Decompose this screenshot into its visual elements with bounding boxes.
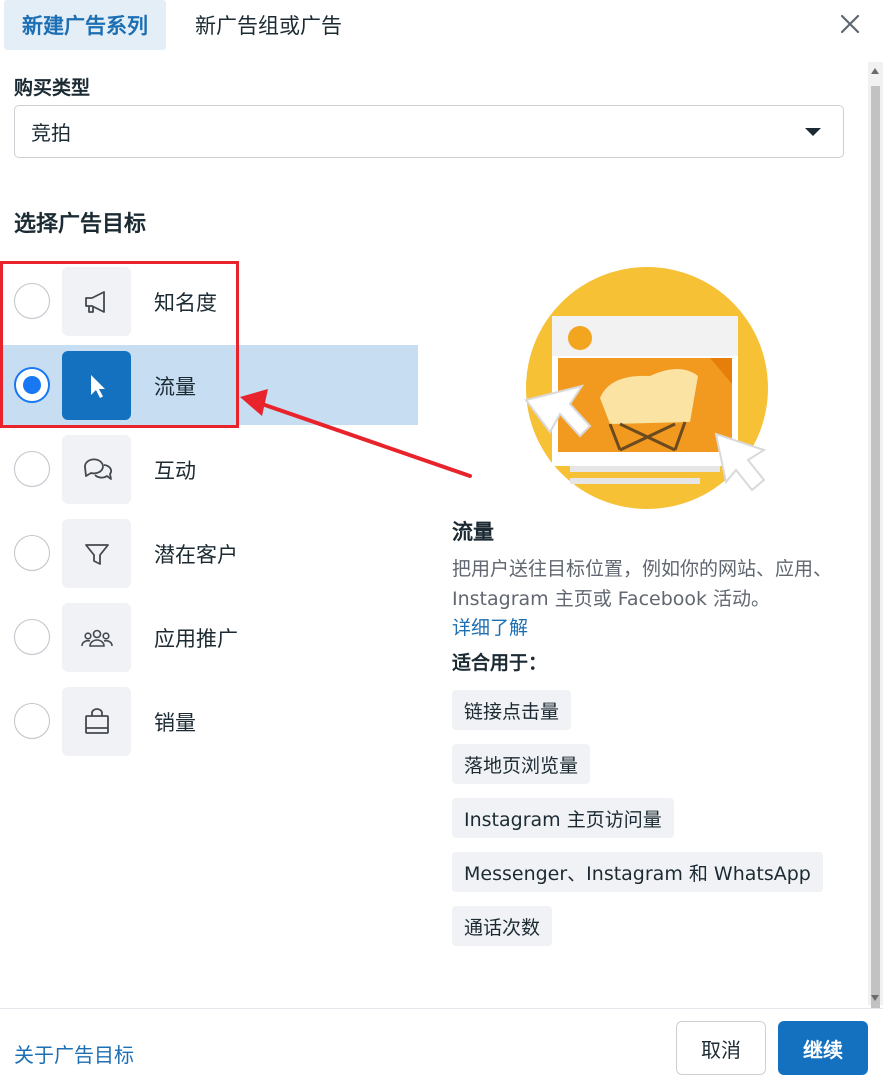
buy-type-label: 购买类型: [14, 77, 91, 99]
buy-type-select[interactable]: 竞拍: [14, 105, 844, 158]
objective-section-title: 选择广告目标: [14, 212, 147, 237]
use-case-chip: Instagram 主页访问量: [452, 798, 674, 838]
objective-label: 销量: [154, 711, 196, 735]
detail-title: 流量: [452, 520, 494, 544]
use-case-chip: 链接点击量: [452, 690, 572, 730]
close-icon[interactable]: [836, 10, 864, 38]
megaphone-icon: [62, 267, 131, 336]
buy-type-value: 竞拍: [31, 121, 71, 145]
learn-more-link[interactable]: 详细了解: [452, 613, 528, 640]
objective-option-sales[interactable]: 销量: [0, 681, 418, 761]
tab-new-campaign[interactable]: 新建广告系列: [4, 0, 166, 50]
traffic-illustration: [520, 264, 780, 514]
objective-label: 流量: [154, 375, 196, 399]
radio-button[interactable]: [14, 619, 50, 655]
suited-for-label: 适合用于：: [452, 652, 548, 674]
scroll-up-icon[interactable]: [871, 68, 879, 74]
tab-new-adset-or-ad[interactable]: 新广告组或广告: [195, 0, 342, 50]
people-icon: [62, 603, 131, 672]
scrollbar[interactable]: [868, 62, 883, 1021]
objective-label: 潜在客户: [154, 543, 238, 567]
radio-button[interactable]: [14, 703, 50, 739]
objective-option-leads[interactable]: 潜在客户: [0, 513, 418, 593]
continue-button[interactable]: 继续: [778, 1021, 868, 1075]
dialog-footer: 关于广告目标 取消 继续: [0, 1008, 883, 1092]
objective-option-engagement[interactable]: 互动: [0, 429, 418, 509]
cursor-icon: [62, 351, 131, 420]
caret-down-icon: [805, 128, 821, 136]
use-case-chip: 落地页浏览量: [452, 744, 591, 784]
cancel-button[interactable]: 取消: [676, 1021, 766, 1075]
objective-option-app-promotion[interactable]: 应用推广: [0, 597, 418, 677]
objective-label: 知名度: [154, 291, 217, 315]
radio-button[interactable]: [14, 367, 50, 403]
shopping-bag-icon: [62, 687, 131, 756]
detail-description: 把用户送往目标位置，例如你的网站、应用、Instagram 主页或 Facebo…: [452, 558, 833, 610]
chat-bubbles-icon: [62, 435, 131, 504]
radio-button[interactable]: [14, 535, 50, 571]
funnel-icon: [62, 519, 131, 588]
objective-option-awareness[interactable]: 知名度: [0, 261, 418, 341]
use-case-chip: 通话次数: [452, 906, 553, 946]
scrollbar-thumb[interactable]: [871, 86, 880, 1021]
objective-label: 应用推广: [154, 627, 238, 651]
scroll-down-icon[interactable]: [871, 995, 879, 1001]
about-objectives-link[interactable]: 关于广告目标: [14, 1039, 134, 1068]
radio-button[interactable]: [14, 283, 50, 319]
use-case-chip: Messenger、Instagram 和 WhatsApp: [452, 852, 823, 892]
objective-label: 互动: [154, 459, 196, 483]
radio-button[interactable]: [14, 451, 50, 487]
objective-option-traffic[interactable]: 流量: [0, 345, 418, 425]
